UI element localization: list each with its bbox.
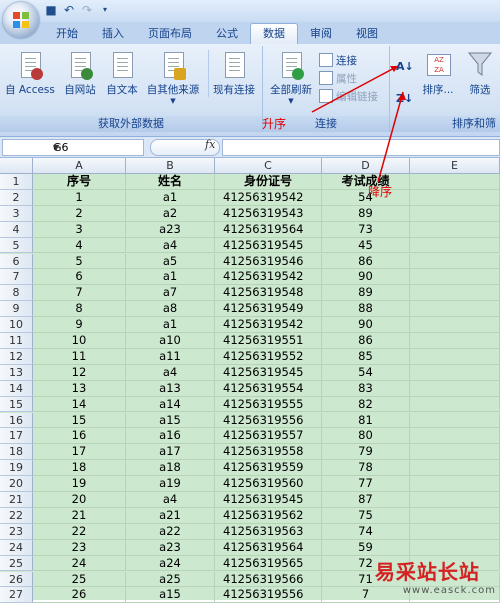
descending-annotation: 降序 <box>368 185 393 199</box>
ascending-annotation: 升序 <box>262 117 287 131</box>
watermark-title: 易采站长站 <box>374 560 480 584</box>
watermark: 易采站长站 www.easck.com <box>375 556 496 596</box>
annotation-arrows <box>311 65 406 183</box>
ascending-arrow <box>311 65 399 113</box>
office-button[interactable] <box>3 2 39 38</box>
office-logo-icon <box>13 12 29 28</box>
watermark-url: www.easck.com <box>402 585 496 596</box>
descending-arrow <box>377 91 404 183</box>
